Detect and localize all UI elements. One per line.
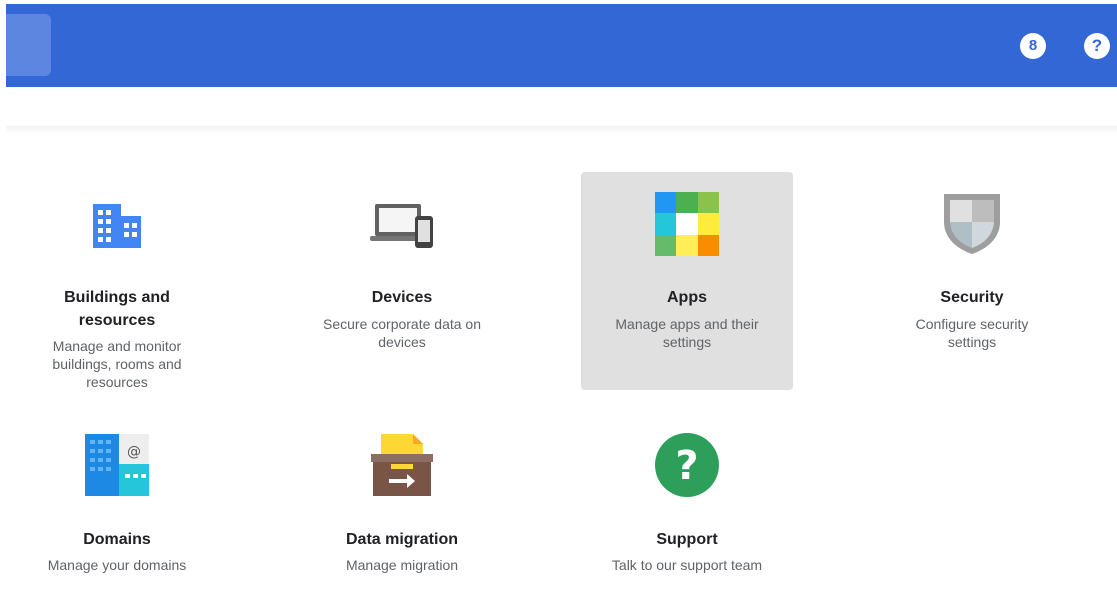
devices-icon <box>370 204 433 248</box>
card-domains[interactable]: @ Domains Manage your domains <box>11 418 223 592</box>
card-devices[interactable]: Devices Secure corporate data on devices <box>296 172 508 392</box>
main-menu-button[interactable] <box>6 14 51 76</box>
card-title: Devices <box>371 289 433 306</box>
card-title: Domains <box>83 531 151 548</box>
card-data-migration[interactable]: Data migration Manage migration <box>296 418 508 592</box>
help-icon[interactable]: ? <box>1084 33 1110 59</box>
data-migration-icon <box>371 434 433 496</box>
hourglass-icon[interactable]: 8 <box>1020 33 1046 59</box>
card-description: Manage your domains <box>47 557 187 573</box>
card-title: Support <box>656 531 718 548</box>
card-title: Buildings and resources <box>64 289 170 329</box>
apps-icon <box>655 192 719 256</box>
building-icon <box>93 204 141 248</box>
card-security[interactable]: Security Configure security settings <box>866 172 1078 392</box>
domains-icon: @ <box>85 434 149 496</box>
card-apps[interactable]: Apps Manage apps and their settings <box>581 172 793 390</box>
svg-text:?: ? <box>675 443 698 489</box>
card-support[interactable]: ? Support Talk to our support team <box>581 418 793 592</box>
support-icon: ? <box>655 433 719 497</box>
card-description: Manage apps and their settings <box>615 316 759 350</box>
card-description: Configure security settings <box>915 316 1029 350</box>
card-title: Security <box>940 289 1004 306</box>
card-description: Talk to our support team <box>611 557 763 573</box>
shield-icon <box>944 194 1000 254</box>
card-description: Manage migration <box>345 557 459 573</box>
top-app-bar: 8 ? <box>6 4 1117 87</box>
toolbar-divider <box>6 126 1117 134</box>
card-description: Secure corporate data on devices <box>323 316 481 350</box>
card-description: Manage and monitor buildings, rooms and … <box>52 338 182 390</box>
svg-text:@: @ <box>127 444 141 460</box>
card-title: Apps <box>667 289 707 306</box>
card-title: Data migration <box>345 531 458 548</box>
card-buildings[interactable]: Buildings and resources Manage and monit… <box>11 172 223 392</box>
